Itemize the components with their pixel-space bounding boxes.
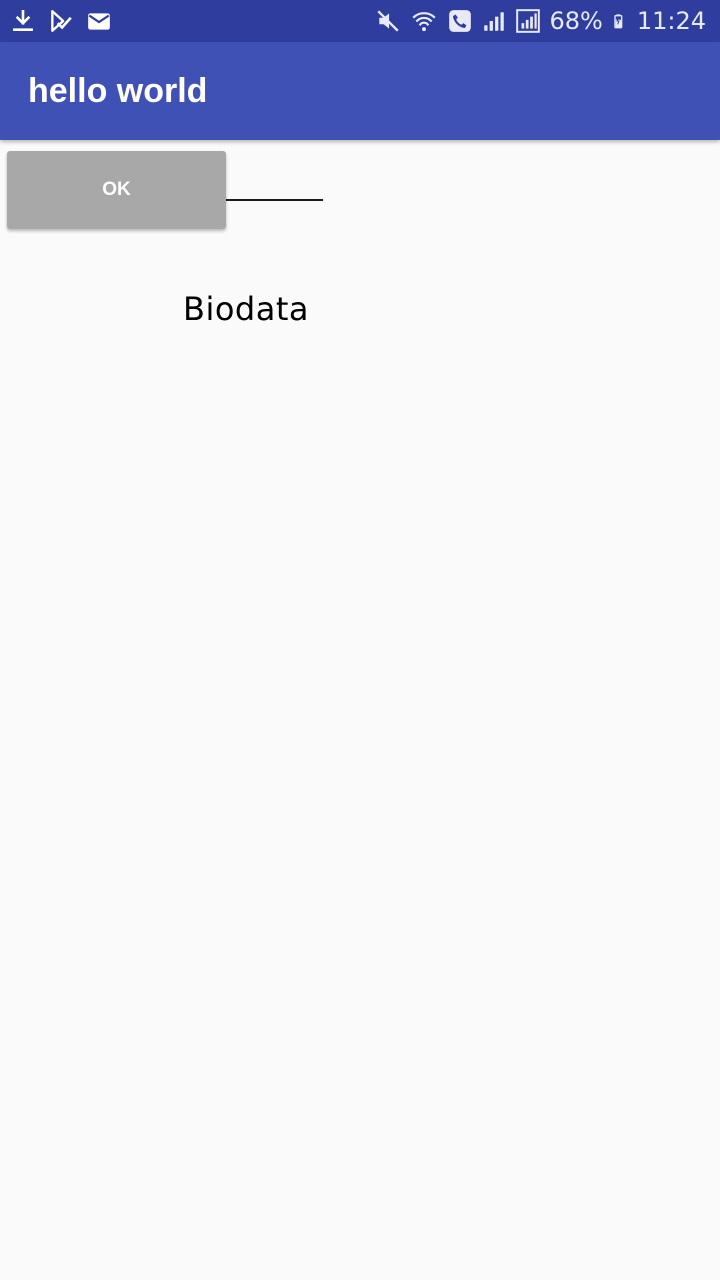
biodata-label: Biodata	[183, 290, 309, 328]
battery-charging-icon	[614, 14, 623, 29]
signal-icon	[484, 12, 505, 31]
download-icon	[13, 9, 33, 31]
wifi-call-icon	[412, 12, 437, 32]
signal-full-icon	[516, 9, 541, 33]
mail-icon	[88, 13, 110, 30]
battery-percent: 68%	[549, 7, 603, 35]
clock: 11:24	[636, 7, 706, 35]
system-icons: 68% 11:24	[375, 0, 706, 42]
mute-icon	[377, 10, 400, 32]
ok-button[interactable]: OK	[7, 151, 226, 229]
app-bar: hello world	[0, 42, 720, 140]
notification-icons	[10, 0, 112, 42]
status-bar: 68% 11:24	[0, 0, 720, 42]
play-store-icon	[51, 10, 72, 32]
page-title: hello world	[28, 72, 208, 110]
phone-icon	[449, 10, 472, 32]
text-field-underline[interactable]	[226, 199, 323, 201]
